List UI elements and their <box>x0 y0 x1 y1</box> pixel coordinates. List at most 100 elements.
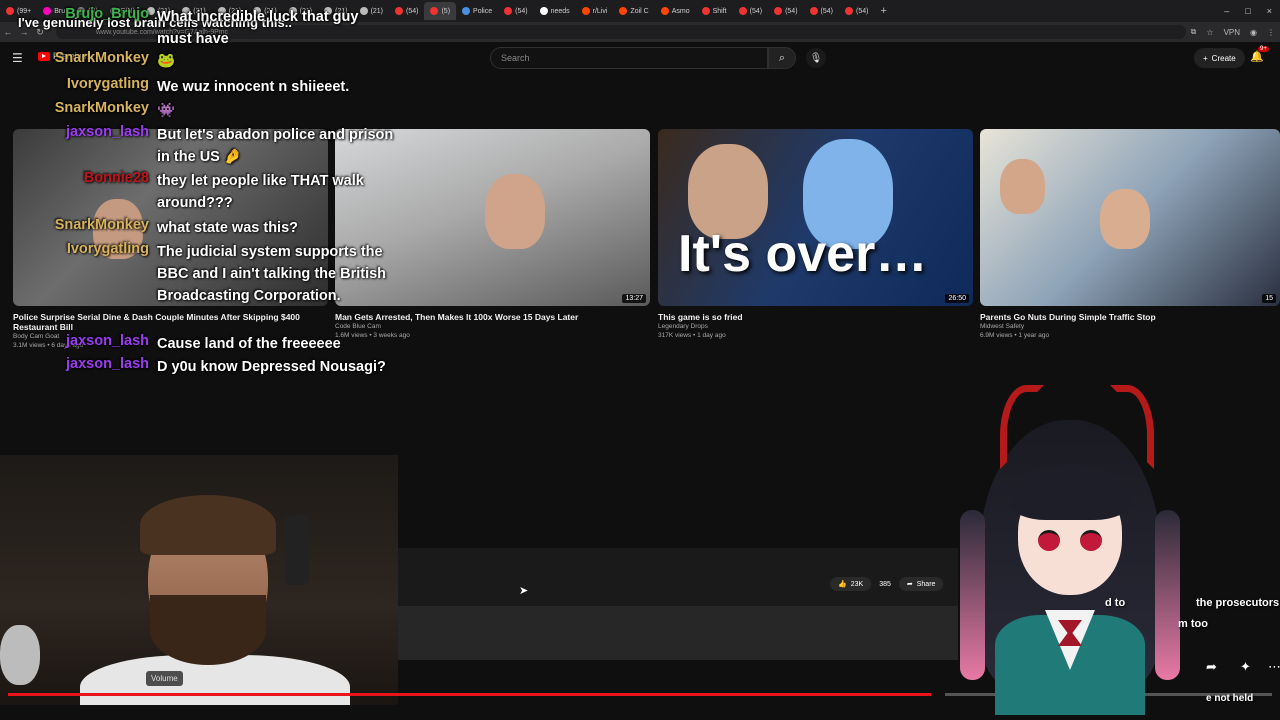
thumbnail-overlay-text: It's over… <box>678 225 928 283</box>
tab-label: (54) <box>515 7 528 15</box>
chat-username: Brujo_Brujo <box>65 6 149 22</box>
video-title[interactable]: Parents Go Nuts During Simple Traffic St… <box>980 312 1280 322</box>
browser-tab[interactable]: (54) <box>733 2 768 20</box>
extension-icon[interactable]: ⧉ <box>1186 27 1202 37</box>
share-icon[interactable]: ➦ <box>1206 659 1217 675</box>
avatar-horn-left <box>1000 385 1044 469</box>
video-thumbnail[interactable]: 15 <box>980 129 1280 306</box>
chat-message: Bonnie28 they let people like THAT walk a… <box>0 170 397 214</box>
thumbnail-person <box>1000 159 1045 214</box>
chat-message: Ivorygatling The judicial system supports… <box>0 241 397 307</box>
chat-text: 👾 <box>157 103 176 119</box>
notification-count-badge: 9+ <box>1258 46 1269 52</box>
new-tab-icon[interactable]: + <box>874 5 892 17</box>
tab-label: Asmo <box>671 7 690 15</box>
bookmark-icon[interactable]: ☆ <box>1201 28 1218 37</box>
video-title[interactable]: This game is so fried <box>658 312 973 322</box>
avatar-eye-right <box>1080 530 1102 551</box>
chat-text: D y0u know Depressed Nousagi? <box>157 359 386 375</box>
chat-text: what state was this? <box>157 220 299 236</box>
chat-message: jaxson_lash Cause land of the freeeeee <box>0 333 397 355</box>
chat-text: Cause land of the freeeeee <box>157 336 341 352</box>
video-meta: 6.9M views • 1 year ago <box>980 332 1050 339</box>
chat-message: Ivorygatling We wuz innocent n shiieeet. <box>0 76 397 98</box>
avatar-horn-right <box>1110 385 1154 469</box>
close-icon[interactable]: × <box>1259 6 1280 16</box>
more-icon[interactable]: ⋯ <box>1268 659 1280 675</box>
browser-tab[interactable]: (54) <box>839 2 874 20</box>
video-channel[interactable]: Midwest Safety <box>980 322 1280 331</box>
tab-favicon-icon <box>539 7 548 15</box>
chat-username: SnarkMonkey <box>54 100 149 116</box>
browser-tab[interactable]: Police <box>456 2 498 20</box>
overlay-text: d to <box>1105 597 1126 609</box>
search-input[interactable]: Search <box>490 47 768 69</box>
overlay-text: m too <box>1178 618 1208 630</box>
chat-message: jaxson_lash D y0u know Depressed Nousagi? <box>0 356 397 378</box>
video-progress-bar[interactable] <box>8 693 931 696</box>
maximize-icon[interactable]: □ <box>1237 6 1258 16</box>
chat-overlay: I've genuinely lost brain cells watching… <box>0 0 420 410</box>
vtuber-avatar <box>940 380 1200 715</box>
video-card[interactable]: It's over… 26:50 This game is so fried L… <box>658 129 973 340</box>
search-icon[interactable]: ⌕ <box>768 47 796 69</box>
tab-favicon-icon <box>660 7 669 15</box>
avatar-bangs <box>1010 465 1130 520</box>
chat-message: SnarkMonkey 👾 <box>0 100 397 122</box>
mouse-cursor-icon: ➤ <box>519 585 529 597</box>
tab-label: (54) <box>749 7 763 15</box>
browser-tab[interactable]: (5) <box>424 2 457 20</box>
chat-text: We wuz innocent n shiieeet. <box>157 79 350 95</box>
create-label: Create <box>1211 53 1236 63</box>
vpn-badge[interactable]: VPN <box>1219 28 1245 37</box>
video-thumbnail[interactable]: It's over… 26:50 <box>658 129 973 306</box>
chat-text: But let's abadon police and prison in th… <box>157 127 394 165</box>
more-icon[interactable]: ⋮ <box>1262 28 1280 37</box>
create-button[interactable]: + Create <box>1194 48 1245 68</box>
sparkle-icon[interactable]: ✦ <box>1240 659 1251 675</box>
tab-favicon-icon <box>701 7 710 15</box>
chat-message: jaxson_lash But let's abadon police and p… <box>0 124 397 168</box>
plus-icon: + <box>1203 53 1208 63</box>
browser-tab[interactable]: needs <box>534 2 576 20</box>
tab-favicon-icon <box>844 7 853 15</box>
minimize-icon[interactable]: – <box>1216 6 1237 16</box>
microphone <box>285 515 309 585</box>
tab-favicon-icon <box>462 7 471 15</box>
share-label: Share <box>916 580 936 588</box>
browser-tab[interactable]: (54) <box>498 2 533 20</box>
microphone-icon[interactable]: 🎙 <box>806 48 826 68</box>
browser-tab[interactable]: Asmo <box>655 2 696 20</box>
browser-tab[interactable]: (54) <box>804 2 839 20</box>
chat-text: What incredible luck that guy must have <box>157 9 359 47</box>
chat-username: Bonnie28 <box>83 170 149 186</box>
avatar-eye-left <box>1038 530 1060 551</box>
chat-message: SnarkMonkey 🐸 <box>0 50 397 72</box>
video-actions: 👍 23K 385 ➦ Share <box>830 575 944 593</box>
chat-message: Brujo_Brujo What incredible luck that guy… <box>0 6 397 50</box>
video-card[interactable]: 15 Parents Go Nuts During Simple Traffic… <box>980 129 1280 340</box>
tab-favicon-icon <box>809 7 818 15</box>
browser-tab[interactable]: r/Livi <box>576 2 614 20</box>
like-button[interactable]: 👍 23K <box>830 577 872 591</box>
streamer-webcam <box>0 455 398 705</box>
thumbnail-person <box>485 174 545 249</box>
like-count: 23K <box>850 580 864 588</box>
share-button[interactable]: ➦ Share <box>898 577 944 591</box>
video-meta: 317K views • 1 day ago <box>658 332 726 339</box>
profile-icon[interactable]: ◉ <box>1245 28 1262 37</box>
browser-tab[interactable]: Shift <box>696 2 733 20</box>
tab-favicon-icon <box>581 7 590 15</box>
streamer-beard <box>150 595 266 665</box>
chat-username: jaxson_lash <box>65 124 149 140</box>
browser-tab[interactable]: Zoil C <box>613 2 654 20</box>
comment-count: 385 <box>879 580 891 588</box>
tab-label: Shift <box>712 7 727 15</box>
tab-label: (54) <box>820 7 833 15</box>
browser-tab[interactable]: (54) <box>768 2 803 20</box>
tab-favicon-icon <box>619 7 628 15</box>
video-channel[interactable]: Legendary Drops <box>658 322 973 331</box>
tab-label: (5) <box>441 7 451 15</box>
avatar-hair-left <box>960 510 985 680</box>
tab-favicon-icon <box>774 7 783 15</box>
